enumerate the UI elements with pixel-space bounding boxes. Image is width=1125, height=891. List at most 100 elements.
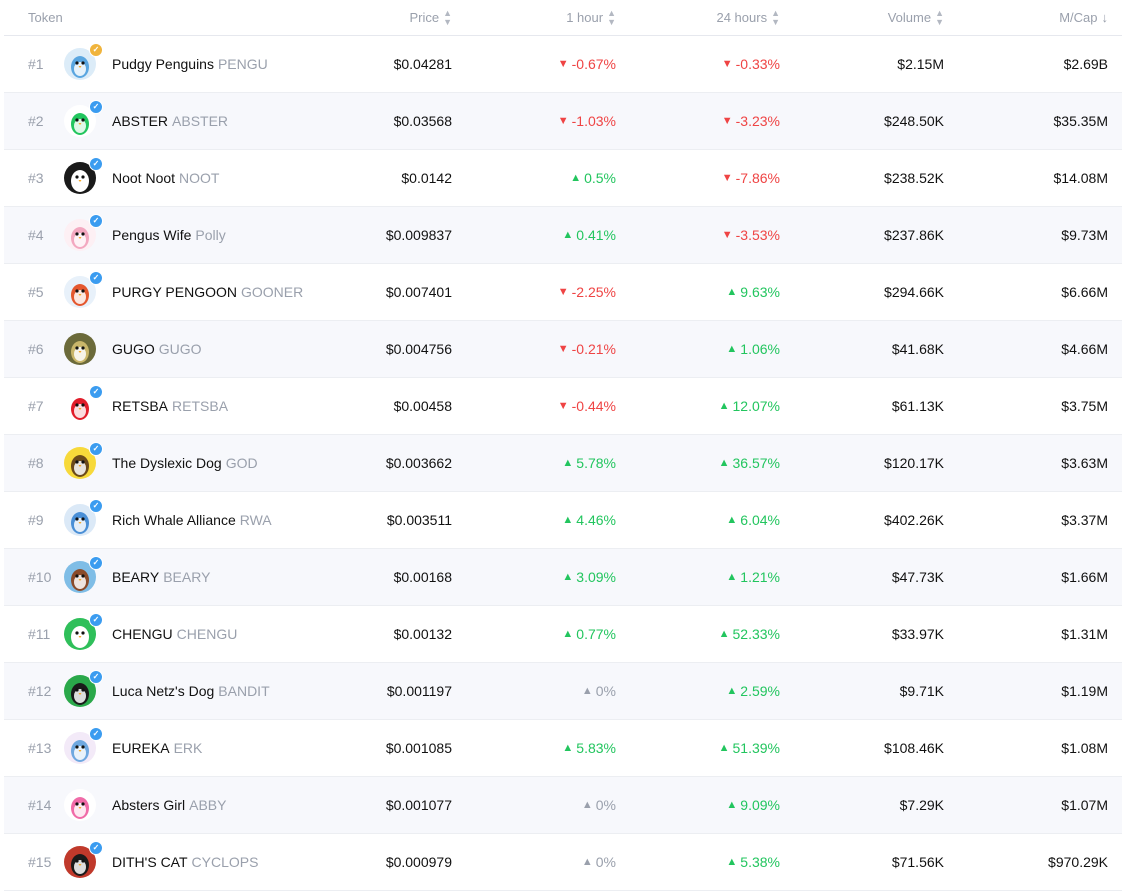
token-price: $0.001085 xyxy=(385,740,452,756)
token-mcap: $6.66M xyxy=(1061,284,1108,300)
token-symbol: ABSTER xyxy=(172,113,229,129)
table-row[interactable]: #1 ✓ Pudgy Penguins PENGU $0.04281 ▼ -0.… xyxy=(4,36,1122,93)
change-1-hour-value: 0% xyxy=(595,854,616,870)
change-24-hours-value: 5.38% xyxy=(740,854,780,870)
token-name[interactable]: PURGY PENGOON xyxy=(112,284,237,300)
table-row[interactable]: #10 ✓ BEARY BEARY $0.00168 ▲ 3.09% ▲ 1.2… xyxy=(4,549,1122,606)
up-triangle-icon: ▲ xyxy=(726,685,738,697)
token-name-cell[interactable]: GUGO GUGO xyxy=(112,321,202,377)
header-mcap-label: M/Cap xyxy=(1059,10,1098,25)
token-name[interactable]: RETSBA xyxy=(112,398,168,414)
token-mcap: $1.31M xyxy=(1061,626,1108,642)
token-rank: #9 xyxy=(28,512,44,528)
table-row[interactable]: #11 ✓ CHENGU CHENGU $0.00132 ▲ 0.77% ▲ 5… xyxy=(4,606,1122,663)
token-volume: $2.15M xyxy=(897,56,944,72)
token-price: $0.0142 xyxy=(401,170,452,186)
change-24-hours-value: 9.63% xyxy=(740,284,780,300)
token-name-cell[interactable]: RETSBA RETSBA xyxy=(112,378,228,434)
token-name-cell[interactable]: Rich Whale Alliance RWA xyxy=(112,492,272,548)
down-triangle-icon: ▼ xyxy=(557,343,569,355)
token-name-cell[interactable]: CHENGU CHENGU xyxy=(112,606,237,662)
token-symbol: NOOT xyxy=(179,170,220,186)
token-name-cell[interactable]: BEARY BEARY xyxy=(112,549,210,605)
token-rank: #11 xyxy=(28,626,51,642)
token-volume: $237.86K xyxy=(884,227,944,243)
table-row[interactable]: #4 ✓ Pengus Wife Polly $0.009837 ▲ 0.41%… xyxy=(4,207,1122,264)
token-rank: #1 xyxy=(28,56,44,72)
header-mcap[interactable]: M/Cap ↓ xyxy=(1059,0,1108,35)
down-triangle-icon: ▼ xyxy=(721,172,733,184)
token-name[interactable]: Absters Girl xyxy=(112,797,185,813)
table-row[interactable]: #12 ✓ Luca Netz's Dog BANDIT $0.001197 ▲… xyxy=(4,663,1122,720)
token-symbol: PENGU xyxy=(217,56,268,72)
change-1-hour: ▲ 5.78% xyxy=(562,435,616,491)
token-name-cell[interactable]: ABSTER ABSTER xyxy=(112,93,228,149)
change-24-hours: ▲ 51.39% xyxy=(719,720,780,776)
token-symbol: RETSBA xyxy=(172,398,229,414)
token-volume: $7.29K xyxy=(899,797,944,813)
header-volume[interactable]: Volume ▲ ▼ xyxy=(888,0,944,35)
token-name[interactable]: Rich Whale Alliance xyxy=(112,512,236,528)
token-name-cell[interactable]: EUREKA ERK xyxy=(112,720,202,776)
up-triangle-icon: ▲ xyxy=(581,685,593,697)
token-symbol: GUGO xyxy=(158,341,202,357)
table-row[interactable]: #3 ✓ Noot Noot NOOT $0.0142 ▲ 0.5% ▼ -7.… xyxy=(4,150,1122,207)
change-24-hours-value: 1.06% xyxy=(740,341,780,357)
down-triangle-icon: ▼ xyxy=(557,286,569,298)
token-name[interactable]: BEARY xyxy=(112,569,159,585)
token-price: $0.00458 xyxy=(393,398,452,414)
sort-icon[interactable]: ▲ ▼ xyxy=(607,8,616,27)
change-1-hour: ▼ -1.03% xyxy=(558,93,616,149)
verified-badge-icon: ✓ xyxy=(89,214,103,228)
change-24-hours-value: 6.04% xyxy=(740,512,780,528)
up-triangle-icon: ▲ xyxy=(726,343,738,355)
token-name[interactable]: Noot Noot xyxy=(112,170,175,186)
token-name[interactable]: EUREKA xyxy=(112,740,170,756)
table-row[interactable]: #7 ✓ RETSBA RETSBA $0.00458 ▼ -0.44% ▲ 1… xyxy=(4,378,1122,435)
token-name[interactable]: CHENGU xyxy=(112,626,173,642)
token-volume: $120.17K xyxy=(884,455,944,471)
change-1-hour: ▲ 3.09% xyxy=(562,549,616,605)
token-name-cell[interactable]: Luca Netz's Dog BANDIT xyxy=(112,663,270,719)
verified-badge-icon: ✓ xyxy=(89,157,103,171)
change-24-hours-value: -0.33% xyxy=(735,56,780,72)
token-name[interactable]: DITH'S CAT xyxy=(112,854,188,870)
header-1-hour[interactable]: 1 hour ▲ ▼ xyxy=(566,0,616,35)
table-row[interactable]: #6 GUGO GUGO $0.004756 ▼ -0.21% ▲ 1.06% … xyxy=(4,321,1122,378)
verified-badge-icon: ✓ xyxy=(89,43,103,57)
token-mcap: $9.73M xyxy=(1061,227,1108,243)
token-mcap: $2.69B xyxy=(1063,56,1108,72)
token-name[interactable]: GUGO xyxy=(112,341,155,357)
up-triangle-icon: ▲ xyxy=(562,229,574,241)
table-row[interactable]: #13 ✓ EUREKA ERK $0.001085 ▲ 5.83% ▲ 51.… xyxy=(4,720,1122,777)
token-name-cell[interactable]: PURGY PENGOON GOONER xyxy=(112,264,303,320)
table-row[interactable]: #2 ✓ ABSTER ABSTER $0.03568 ▼ -1.03% ▼ -… xyxy=(4,93,1122,150)
change-1-hour-value: -2.25% xyxy=(571,284,616,300)
token-name-cell[interactable]: Pengus Wife Polly xyxy=(112,207,226,263)
token-name[interactable]: Pudgy Penguins xyxy=(112,56,214,72)
token-name[interactable]: The Dyslexic Dog xyxy=(112,455,222,471)
token-name-cell[interactable]: DITH'S CAT CYCLOPS xyxy=(112,834,258,890)
token-name[interactable]: Luca Netz's Dog xyxy=(112,683,214,699)
token-name-cell[interactable]: Pudgy Penguins PENGU xyxy=(112,36,268,92)
sort-icon[interactable]: ▲ ▼ xyxy=(771,8,780,27)
token-name[interactable]: ABSTER xyxy=(112,113,168,129)
token-name-cell[interactable]: The Dyslexic Dog GOD xyxy=(112,435,258,491)
sort-descending-icon[interactable]: ↓ xyxy=(1102,10,1109,25)
table-row[interactable]: #5 ✓ PURGY PENGOON GOONER $0.007401 ▼ -2… xyxy=(4,264,1122,321)
token-name-cell[interactable]: Noot Noot NOOT xyxy=(112,150,220,206)
token-rank: #10 xyxy=(28,569,52,585)
table-row[interactable]: #8 ✓ The Dyslexic Dog GOD $0.003662 ▲ 5.… xyxy=(4,435,1122,492)
token-name-cell[interactable]: Absters Girl ABBY xyxy=(112,777,226,833)
header-price[interactable]: Price ▲ ▼ xyxy=(409,0,452,35)
table-row[interactable]: #15 ✓ DITH'S CAT CYCLOPS $0.000979 ▲ 0% … xyxy=(4,834,1122,891)
sort-icon[interactable]: ▲ ▼ xyxy=(443,8,452,27)
sort-icon[interactable]: ▲ ▼ xyxy=(935,8,944,27)
table-body: #1 ✓ Pudgy Penguins PENGU $0.04281 ▼ -0.… xyxy=(4,36,1122,891)
up-triangle-icon: ▲ xyxy=(562,514,574,526)
table-row[interactable]: #9 ✓ Rich Whale Alliance RWA $0.003511 ▲… xyxy=(4,492,1122,549)
table-row[interactable]: #14 Absters Girl ABBY $0.001077 ▲ 0% ▲ 9… xyxy=(4,777,1122,834)
token-name[interactable]: Pengus Wife xyxy=(112,227,191,243)
change-1-hour: ▲ 5.83% xyxy=(562,720,616,776)
header-24-hours[interactable]: 24 hours ▲ ▼ xyxy=(716,0,780,35)
